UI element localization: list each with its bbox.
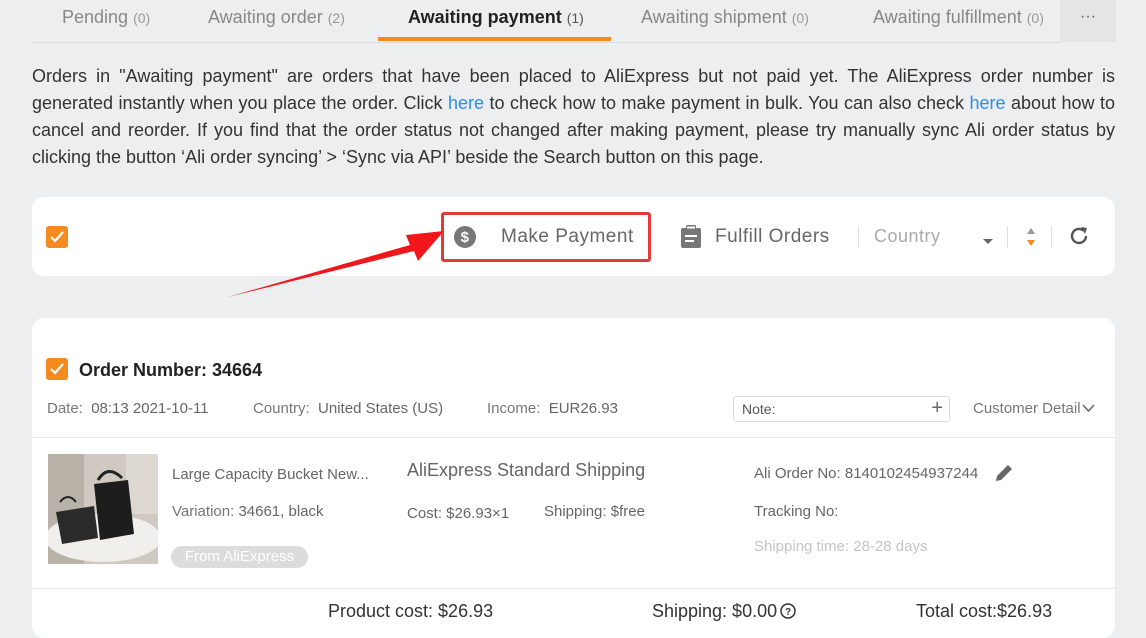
tab-label: Awaiting order — [208, 7, 323, 27]
tab-label: Awaiting fulfillment — [873, 7, 1022, 27]
date-value: 08:13 2021-10-11 — [91, 400, 209, 417]
country-select-placeholder: Country — [874, 226, 941, 246]
order-income: Income: EUR26.93 — [487, 400, 618, 417]
country-value: United States (US) — [318, 400, 444, 417]
tab-awaiting-payment[interactable]: Awaiting payment (1) — [408, 0, 584, 42]
order-number: Order Number: 34664 — [79, 360, 263, 380]
check-icon — [50, 363, 64, 375]
order-checkbox[interactable] — [46, 358, 68, 380]
refresh-icon[interactable] — [1068, 225, 1090, 252]
fulfill-orders-label: Fulfill Orders — [715, 225, 830, 247]
country-select[interactable]: Country — [874, 197, 941, 276]
date-label: Date: — [47, 400, 83, 417]
check-icon — [50, 231, 64, 243]
divider — [1007, 226, 1008, 248]
customer-detail-toggle[interactable]: Customer Detail — [973, 400, 1095, 417]
edit-pencil-icon[interactable] — [994, 463, 1014, 488]
product-variation: Variation: 34661, black — [172, 503, 324, 520]
tab-count: (0) — [133, 10, 151, 26]
product-shipping-fee: Shipping: $free — [544, 503, 645, 520]
product-cost-total: Product cost: $26.93 — [328, 601, 494, 621]
total-cost: Total cost:$26.93 — [916, 601, 1053, 621]
shipping-time: Shipping time: 28-28 days — [754, 538, 928, 555]
variation-value: 34661, black — [238, 503, 324, 520]
active-tab-indicator — [378, 37, 611, 41]
order-country: Country: United States (US) — [253, 400, 443, 417]
note-label: Note: — [742, 401, 776, 417]
product-title[interactable]: Large Capacity Bucket New... — [172, 466, 369, 483]
tab-count: (2) — [327, 10, 345, 26]
tab-label: Pending — [62, 7, 129, 27]
note-input[interactable]: Note: + — [733, 396, 950, 422]
tab-awaiting-order[interactable]: Awaiting order (2) — [208, 0, 345, 42]
description-text: to check how to make payment in bulk. Yo… — [484, 93, 970, 113]
income-value: EUR26.93 — [548, 400, 618, 417]
tab-pending[interactable]: Pending (0) — [62, 0, 150, 42]
bulk-payment-help-link[interactable]: here — [448, 93, 484, 113]
order-date: Date: 08:13 2021-10-11 — [47, 400, 209, 417]
tab-label: Awaiting shipment — [641, 7, 787, 27]
tab-count: (0) — [1026, 10, 1044, 26]
tab-awaiting-shipment[interactable]: Awaiting shipment (0) — [641, 0, 809, 42]
source-badge: From AliExpress — [171, 546, 308, 568]
divider — [32, 588, 1115, 589]
fulfill-orders-button[interactable]: Fulfill Orders — [680, 197, 830, 276]
plus-icon[interactable]: + — [931, 397, 943, 419]
variation-label: Variation: — [172, 503, 235, 520]
help-icon[interactable]: ? — [780, 603, 796, 619]
country-label: Country: — [253, 400, 310, 417]
tab-label: Awaiting payment — [408, 7, 562, 27]
shipping-method[interactable]: AliExpress Standard Shipping — [407, 460, 645, 481]
svg-text:?: ? — [785, 607, 791, 618]
divider — [1051, 226, 1052, 248]
more-tabs-button[interactable]: ··· — [1060, 0, 1116, 42]
customer-detail-label: Customer Detail — [973, 400, 1081, 417]
product-cost: Cost: $26.93×1 — [407, 505, 510, 522]
select-all-checkbox[interactable] — [46, 226, 68, 248]
chevron-down-icon — [1081, 404, 1095, 413]
product-image — [48, 454, 158, 564]
shipping-total: Shipping: $0.00? — [652, 601, 796, 622]
tab-awaiting-fulfillment[interactable]: Awaiting fulfillment (0) — [873, 0, 1044, 42]
clipboard-icon — [681, 224, 701, 248]
annotation-arrow-icon — [228, 231, 444, 297]
income-label: Income: — [487, 400, 541, 417]
cancel-reorder-help-link[interactable]: here — [969, 93, 1005, 113]
status-description: Orders in "Awaiting payment" are orders … — [32, 63, 1115, 171]
chevron-down-icon — [982, 233, 994, 251]
sort-icon[interactable] — [1025, 226, 1037, 253]
make-payment-highlight-box — [441, 212, 651, 262]
tab-count: (0) — [791, 10, 809, 26]
tab-count: (1) — [566, 10, 584, 26]
divider — [858, 226, 859, 248]
divider — [32, 437, 1115, 438]
shipping-total-label: Shipping: $0.00 — [652, 601, 778, 621]
tracking-number: Tracking No: — [754, 503, 839, 520]
ali-order-number: Ali Order No: 8140102454937244 — [754, 465, 979, 482]
